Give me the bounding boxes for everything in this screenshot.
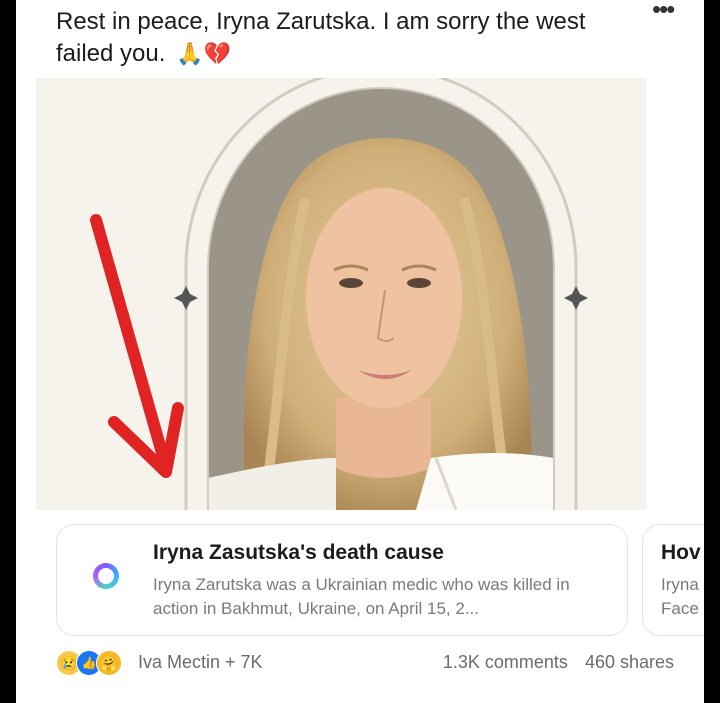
post-text: Rest in peace, Iryna Zarutska. I am sorr…	[56, 6, 636, 70]
post-footer: 😢 👍 🤗 Iva Mectin + 7K 1.3K comments 460 …	[56, 648, 696, 678]
post-caption: Rest in peace, Iryna Zarutska. I am sorr…	[56, 8, 586, 67]
link-description-next-line2: Face	[661, 599, 699, 618]
red-arrow-icon	[90, 214, 184, 478]
shares-count[interactable]: 460 shares	[585, 652, 674, 672]
link-description-next-line1: Iryna	[661, 575, 699, 594]
link-preview-card[interactable]: Iryna Zasutska's death cause Iryna Zarut…	[56, 524, 628, 636]
comments-count[interactable]: 1.3K comments	[443, 652, 568, 672]
link-description-next: Iryna Face	[661, 573, 704, 621]
reaction-icons[interactable]: 😢 👍 🤗	[56, 650, 136, 676]
ring-icon	[93, 563, 119, 589]
link-title: Iryna Zasutska's death cause	[153, 541, 444, 564]
more-icon[interactable]: •••	[652, 0, 675, 25]
reaction-names[interactable]: Iva Mectin + 7K	[138, 652, 263, 673]
post-stats: 1.3K comments 460 shares	[431, 652, 674, 673]
post-emoji: 🙏💔	[176, 41, 231, 66]
care-reaction-icon: 🤗	[96, 650, 122, 676]
link-description: Iryna Zarutska was a Ukrainian medic who…	[153, 575, 570, 618]
post-frame: Rest in peace, Iryna Zarutska. I am sorr…	[16, 0, 704, 703]
link-preview-card-next[interactable]: Hov Iryna Face	[642, 524, 704, 636]
link-title-next: Hov	[661, 541, 701, 564]
